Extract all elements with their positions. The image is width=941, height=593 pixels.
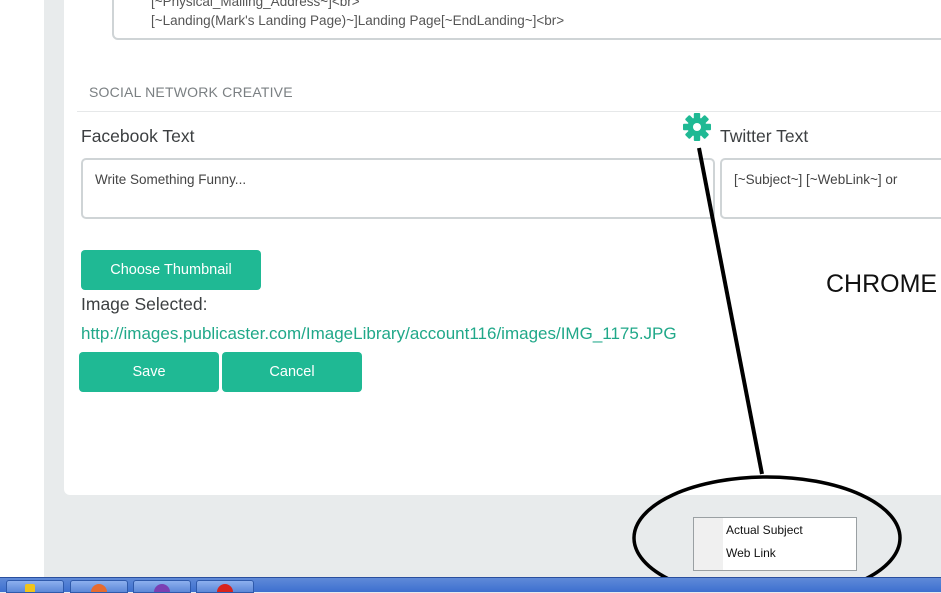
template-line: [~Landing(Mark's Landing Page)~]Landing … [151, 13, 565, 28]
save-button[interactable]: Save [79, 352, 219, 392]
facebook-text-label: Facebook Text [81, 126, 195, 146]
form-card [64, 0, 941, 495]
browser-annotation-label: CHROME [826, 270, 938, 298]
image-selected-label: Image Selected: [81, 294, 208, 314]
taskbar-red-app-button[interactable] [196, 580, 254, 593]
facebook-text-input[interactable]: Write Something Funny... [81, 158, 715, 219]
firefox-icon [91, 584, 107, 592]
template-line: [~Physical_Mailing_Address~]<br> [151, 0, 360, 9]
twitter-text-label: Twitter Text [720, 126, 809, 146]
taskbar-firefox-button[interactable] [70, 580, 128, 593]
windows-taskbar [0, 577, 941, 593]
email-template-editor[interactable]: [~Physical_Mailing_Address~]<br> [~Landi… [112, 0, 941, 40]
image-url-link[interactable]: http://images.publicaster.com/ImageLibra… [81, 324, 677, 344]
taskbar-app-button[interactable] [133, 580, 191, 593]
variable-dropdown: Actual Subject Web Link [693, 517, 857, 571]
section-title: SOCIAL NETWORK CREATIVE [89, 84, 293, 100]
gear-icon[interactable] [682, 112, 712, 142]
choose-thumbnail-button[interactable]: Choose Thumbnail [81, 250, 261, 290]
dropdown-gutter [694, 518, 723, 570]
dropdown-item-web-link[interactable]: Web Link [726, 546, 776, 560]
red-app-icon [217, 584, 233, 592]
cancel-button[interactable]: Cancel [222, 352, 362, 392]
folder-icon [25, 584, 35, 592]
left-panel-strip [0, 0, 44, 578]
dropdown-item-actual-subject[interactable]: Actual Subject [726, 523, 803, 537]
taskbar-folder-button[interactable] [6, 580, 64, 593]
twitter-text-input[interactable]: [~Subject~] [~WebLink~] or [720, 158, 941, 219]
app-icon [154, 584, 170, 592]
section-divider [77, 111, 941, 112]
